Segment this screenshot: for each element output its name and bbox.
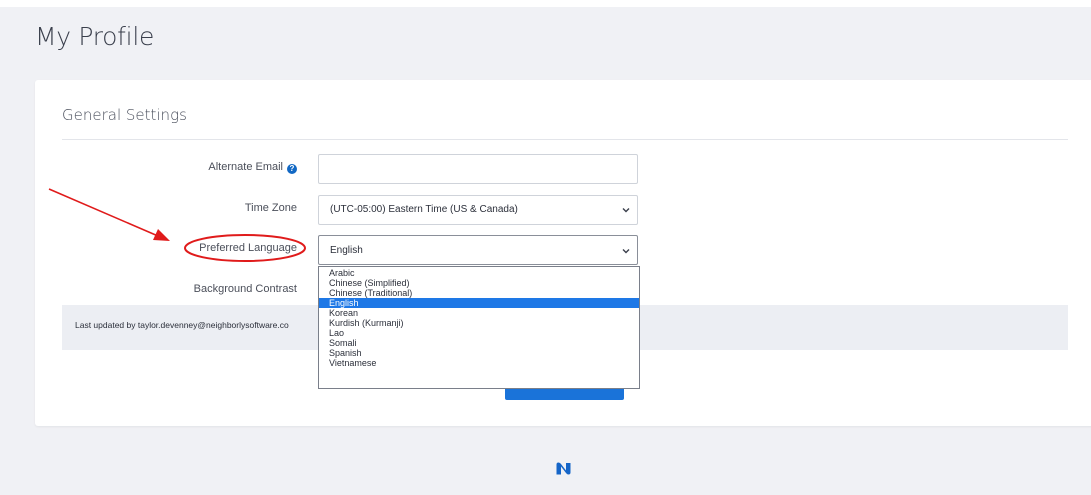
question-circle-icon[interactable]: ? — [287, 164, 297, 174]
language-option[interactable]: Vietnamese — [319, 358, 639, 368]
last-updated-text: Last updated by taylor.devenney@neighbor… — [75, 320, 289, 330]
time-zone-label: Time Zone — [244, 202, 297, 214]
background-contrast-label: Background Contrast — [193, 283, 297, 295]
time-zone-value: (UTC-05:00) Eastern Time (US & Canada) — [330, 204, 518, 215]
language-option[interactable]: Chinese (Simplified) — [319, 278, 639, 288]
language-option[interactable]: Spanish — [319, 348, 639, 358]
time-zone-select[interactable]: (UTC-05:00) Eastern Time (US & Canada) — [318, 195, 638, 225]
language-option[interactable]: Korean — [319, 308, 639, 318]
page-title: My Profile — [35, 22, 155, 51]
preferred-language-label: Preferred Language — [199, 242, 297, 254]
language-option[interactable]: English — [319, 298, 639, 309]
language-option[interactable]: Chinese (Traditional) — [319, 288, 639, 298]
alternate-email-label-text: Alternate Email — [208, 161, 283, 173]
preferred-language-select[interactable]: English — [318, 235, 638, 265]
alternate-email-field[interactable] — [318, 154, 638, 184]
chevron-down-icon — [622, 249, 630, 254]
top-strip — [0, 0, 1091, 7]
section-title: General Settings — [62, 106, 187, 124]
alternate-email-label: Alternate Email? — [208, 161, 297, 174]
neighborly-n-logo-icon — [556, 462, 571, 475]
section-divider — [62, 139, 1068, 140]
language-option[interactable]: Arabic — [319, 268, 639, 278]
preferred-language-options[interactable]: Arabic Chinese (Simplified) Chinese (Tradi… — [318, 266, 640, 389]
language-option[interactable]: Lao — [319, 328, 639, 338]
chevron-down-icon — [622, 208, 630, 213]
language-option[interactable]: Kurdish (Kurmanji) — [319, 318, 639, 328]
language-option[interactable]: Somali — [319, 338, 639, 348]
preferred-language-value: English — [330, 245, 363, 256]
